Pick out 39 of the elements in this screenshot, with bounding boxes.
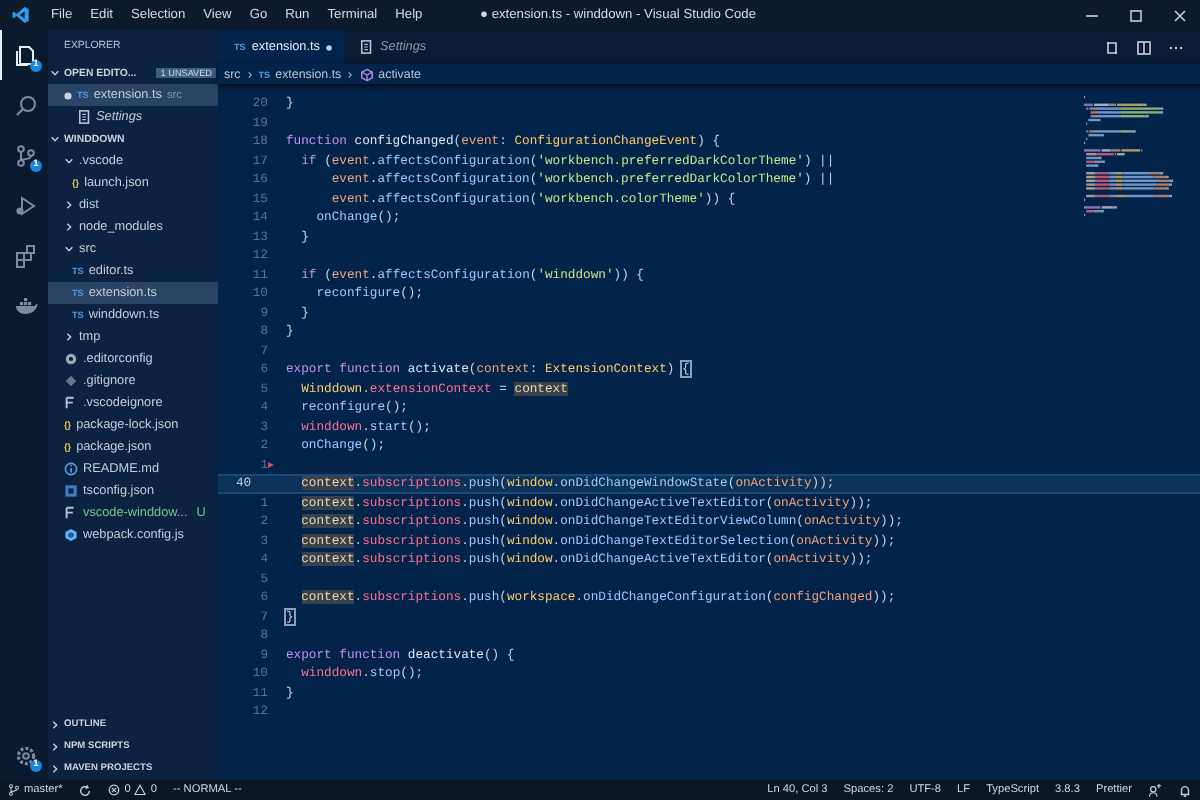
- warning-icon: [134, 784, 147, 796]
- chevron-icon[interactable]: [50, 742, 60, 752]
- split-editor-icon[interactable]: [1136, 39, 1152, 55]
- close-icon[interactable]: [1172, 7, 1188, 23]
- chevron-icon[interactable]: [64, 222, 74, 232]
- bell-icon[interactable]: [1178, 783, 1192, 797]
- whale-icon: [13, 293, 37, 317]
- chevron-icon[interactable]: [50, 68, 60, 78]
- file-icon: [64, 506, 78, 520]
- chevron-icon[interactable]: [64, 200, 74, 210]
- file-icon: [64, 396, 78, 410]
- sync-icon[interactable]: [78, 783, 93, 797]
- chevron-icon[interactable]: [64, 244, 74, 254]
- info-icon: [64, 462, 78, 476]
- chevron-icon[interactable]: [64, 156, 74, 166]
- chevron-icon: [346, 69, 355, 79]
- config-file-icon: [64, 484, 78, 498]
- chevron-icon[interactable]: [64, 332, 74, 342]
- settings-file-icon: [77, 110, 91, 124]
- chevron-icon[interactable]: [50, 134, 60, 144]
- settings-icon: [13, 743, 37, 767]
- gear-icon: [64, 352, 78, 366]
- chevron-icon[interactable]: [50, 764, 60, 774]
- branch-icon: [8, 784, 20, 796]
- debug-icon: [13, 193, 37, 217]
- chevron-icon: [245, 69, 254, 79]
- error-icon: [108, 784, 121, 796]
- chevron-icon[interactable]: [50, 720, 60, 730]
- app-logo-icon: [12, 6, 30, 24]
- method-icon: [359, 67, 374, 81]
- extensions-icon: [13, 243, 37, 267]
- cube-icon: [64, 528, 78, 542]
- files-icon: [13, 43, 37, 67]
- settings-file-icon: [360, 40, 374, 54]
- diamond-icon: [64, 374, 78, 388]
- search-icon: [13, 93, 37, 117]
- feedback-icon[interactable]: [1148, 783, 1162, 797]
- maximize-icon[interactable]: [1128, 7, 1144, 23]
- source-control-icon: [13, 143, 37, 167]
